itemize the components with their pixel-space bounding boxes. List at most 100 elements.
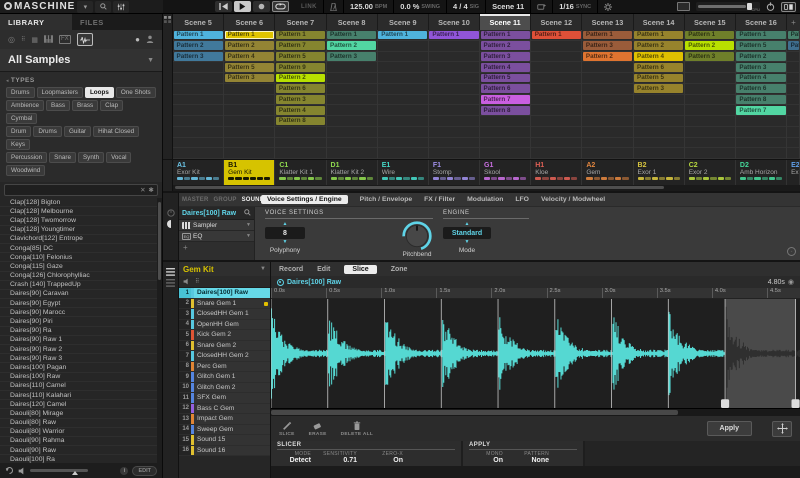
pattern-cell[interactable]	[684, 148, 735, 159]
subtype-chip[interactable]: Vocal	[106, 152, 132, 163]
subtype-chip[interactable]: Bass	[46, 100, 71, 111]
pattern-clip[interactable]: Pattern 1	[634, 30, 684, 40]
pattern-clip[interactable]: Pattern 1	[378, 30, 428, 40]
pattern-cell[interactable]: Pattern 1	[173, 30, 224, 41]
pattern-cell[interactable]	[173, 138, 224, 149]
pattern-clip[interactable]: Pattern 2	[634, 41, 684, 50]
collection-selector[interactable]: All Samples ▼	[0, 49, 162, 72]
record-button[interactable]	[253, 1, 270, 12]
pattern-cell[interactable]: Pattern 5	[735, 41, 787, 52]
pattern-cell[interactable]	[582, 105, 633, 116]
page-tab[interactable]: Pitch / Envelope	[360, 196, 413, 203]
pattern-cell[interactable]	[326, 95, 377, 106]
plugin-view-toggle[interactable]	[781, 1, 796, 12]
group-scroll-thumb[interactable]	[175, 186, 665, 189]
pattern-cell[interactable]: Pattern 2	[633, 41, 684, 52]
pattern-cell[interactable]	[787, 116, 800, 127]
pattern-clip[interactable]: Pattern 9	[275, 62, 326, 72]
editor-tab-record[interactable]: Record	[279, 266, 303, 273]
tempo-field[interactable]: 125.00 BPM	[343, 0, 393, 13]
plugin-slot-sampler[interactable]: Sampler ▼	[179, 220, 254, 231]
sound-row-15[interactable]: 15 Sound 15	[179, 435, 270, 446]
pattern-cell[interactable]	[428, 127, 480, 138]
list-view-icon[interactable]	[166, 268, 175, 276]
prehear-volume-thumb[interactable]	[72, 471, 78, 475]
group-cell-A2[interactable]: A2 Gem	[582, 160, 634, 185]
pattern-cell[interactable]	[480, 138, 531, 149]
sample-row[interactable]: Clap[128] Melbourne	[0, 207, 162, 217]
scene-tab[interactable]: Scene 16	[735, 14, 788, 30]
pattern-cell[interactable]	[377, 73, 428, 84]
pattern-clip[interactable]: Pattern 5	[224, 62, 274, 72]
pattern-clip[interactable]: Pattern 8	[480, 105, 530, 115]
pattern-clip[interactable]: Pattern 2	[480, 41, 530, 50]
browser-tab-library[interactable]: LIBRARY	[0, 14, 72, 30]
groups-icon[interactable]: ⠿	[21, 36, 25, 43]
apply-button[interactable]: Apply	[706, 421, 752, 436]
pattern-cell[interactable]	[480, 127, 531, 138]
pattern-clip[interactable]: Pattern 1	[480, 30, 530, 40]
sound-row-10[interactable]: 10 Glitch Gem 2	[179, 382, 270, 393]
pattern-cell[interactable]: Pattern 3	[684, 52, 735, 63]
pattern-cell[interactable]	[428, 116, 480, 127]
pattern-cell[interactable]	[326, 73, 377, 84]
pattern-clip[interactable]: Pattern 3	[736, 62, 786, 72]
pattern-cell[interactable]: Pattern 7	[735, 105, 787, 116]
scene-display-field[interactable]: Scene 11	[485, 0, 530, 13]
sample-row[interactable]: Daires[90] Piri	[0, 317, 162, 327]
pattern-clip[interactable]: Pattern 5	[480, 73, 530, 83]
pattern-cell[interactable]: Pattern 3	[275, 95, 326, 106]
group-cell-E1[interactable]: E1 Wire	[378, 160, 429, 185]
type-chip[interactable]: One Shots	[115, 87, 156, 98]
subtype-chip[interactable]: Synth	[77, 152, 105, 163]
pattern-clip[interactable]: Pattern 1	[173, 30, 223, 40]
sample-row[interactable]: Daires[90] Raw 1	[0, 336, 162, 345]
pattern-cell[interactable]	[173, 95, 224, 106]
group-selector[interactable]: Gem Kit ▼	[179, 262, 270, 276]
polyphony-value[interactable]: 8	[265, 227, 305, 239]
pattern-clip[interactable]: Pattern 5	[634, 73, 684, 83]
pattern-cell[interactable]	[173, 105, 224, 116]
pattern-clip[interactable]: Pattern 1	[224, 30, 274, 40]
pattern-cell[interactable]	[582, 62, 633, 73]
pattern-cell[interactable]	[735, 138, 787, 149]
user-content-icon[interactable]	[146, 35, 154, 45]
pattern-cell[interactable]: Pattern 1	[326, 30, 377, 41]
pattern-cell[interactable]	[224, 127, 275, 138]
pattern-cell[interactable]	[173, 127, 224, 138]
pattern-cell[interactable]	[684, 105, 735, 116]
link-label[interactable]: LINK	[301, 4, 317, 10]
pattern-cell[interactable]	[377, 84, 428, 95]
sample-row[interactable]: Daires[120] Camel	[0, 400, 162, 410]
pattern-cell[interactable]	[787, 127, 800, 138]
pattern-cell[interactable]	[428, 105, 480, 116]
sound-row-6[interactable]: 6 Snare Gem 2	[179, 340, 270, 351]
group-cell-A1[interactable]: A1 Exor Kit	[173, 160, 225, 185]
pattern-cell[interactable]	[684, 95, 735, 106]
pattern-cell[interactable]	[531, 116, 582, 127]
pattern-cell[interactable]: Pattern 6	[633, 62, 684, 73]
pattern-cell[interactable]	[684, 62, 735, 73]
pattern-cell[interactable]: Pattern 1	[582, 30, 633, 41]
mixer-button[interactable]	[113, 0, 130, 13]
signature-field[interactable]: 4 / 4 SIG	[446, 0, 485, 13]
scene-tab[interactable]: Scene 7	[275, 14, 327, 30]
factory-content-icon[interactable]: ●	[135, 35, 140, 44]
pattern-clip[interactable]: Pattern 4	[736, 73, 786, 83]
sample-row[interactable]: Daires[90] Raw 3	[0, 354, 162, 364]
subtype-chip[interactable]: Brass	[72, 100, 99, 111]
pattern-clip[interactable]: Pattern 2	[327, 41, 377, 50]
loop-button[interactable]	[272, 1, 289, 12]
sample-row[interactable]: Daires[90] Egypt	[0, 299, 162, 309]
prehear-volume-slider[interactable]	[30, 469, 88, 475]
pattern-cell[interactable]	[428, 95, 480, 106]
group-cell-H1[interactable]: H1 Kloe	[531, 160, 583, 185]
pattern-clip[interactable]: Pattern 1	[531, 30, 581, 40]
sample-row[interactable]: Clap[128] Bigton	[0, 198, 162, 208]
pattern-cell[interactable]: Pattern 3	[326, 52, 377, 63]
pattern-cell[interactable]: Pattern 1	[633, 30, 684, 41]
pattern-clip[interactable]: Pattern 1	[275, 30, 326, 40]
pattern-cell[interactable]	[326, 84, 377, 95]
plugin-slot-eq[interactable]: EQ EQ ▼	[179, 231, 254, 242]
subtype-chip[interactable]: Ambience	[6, 100, 45, 111]
